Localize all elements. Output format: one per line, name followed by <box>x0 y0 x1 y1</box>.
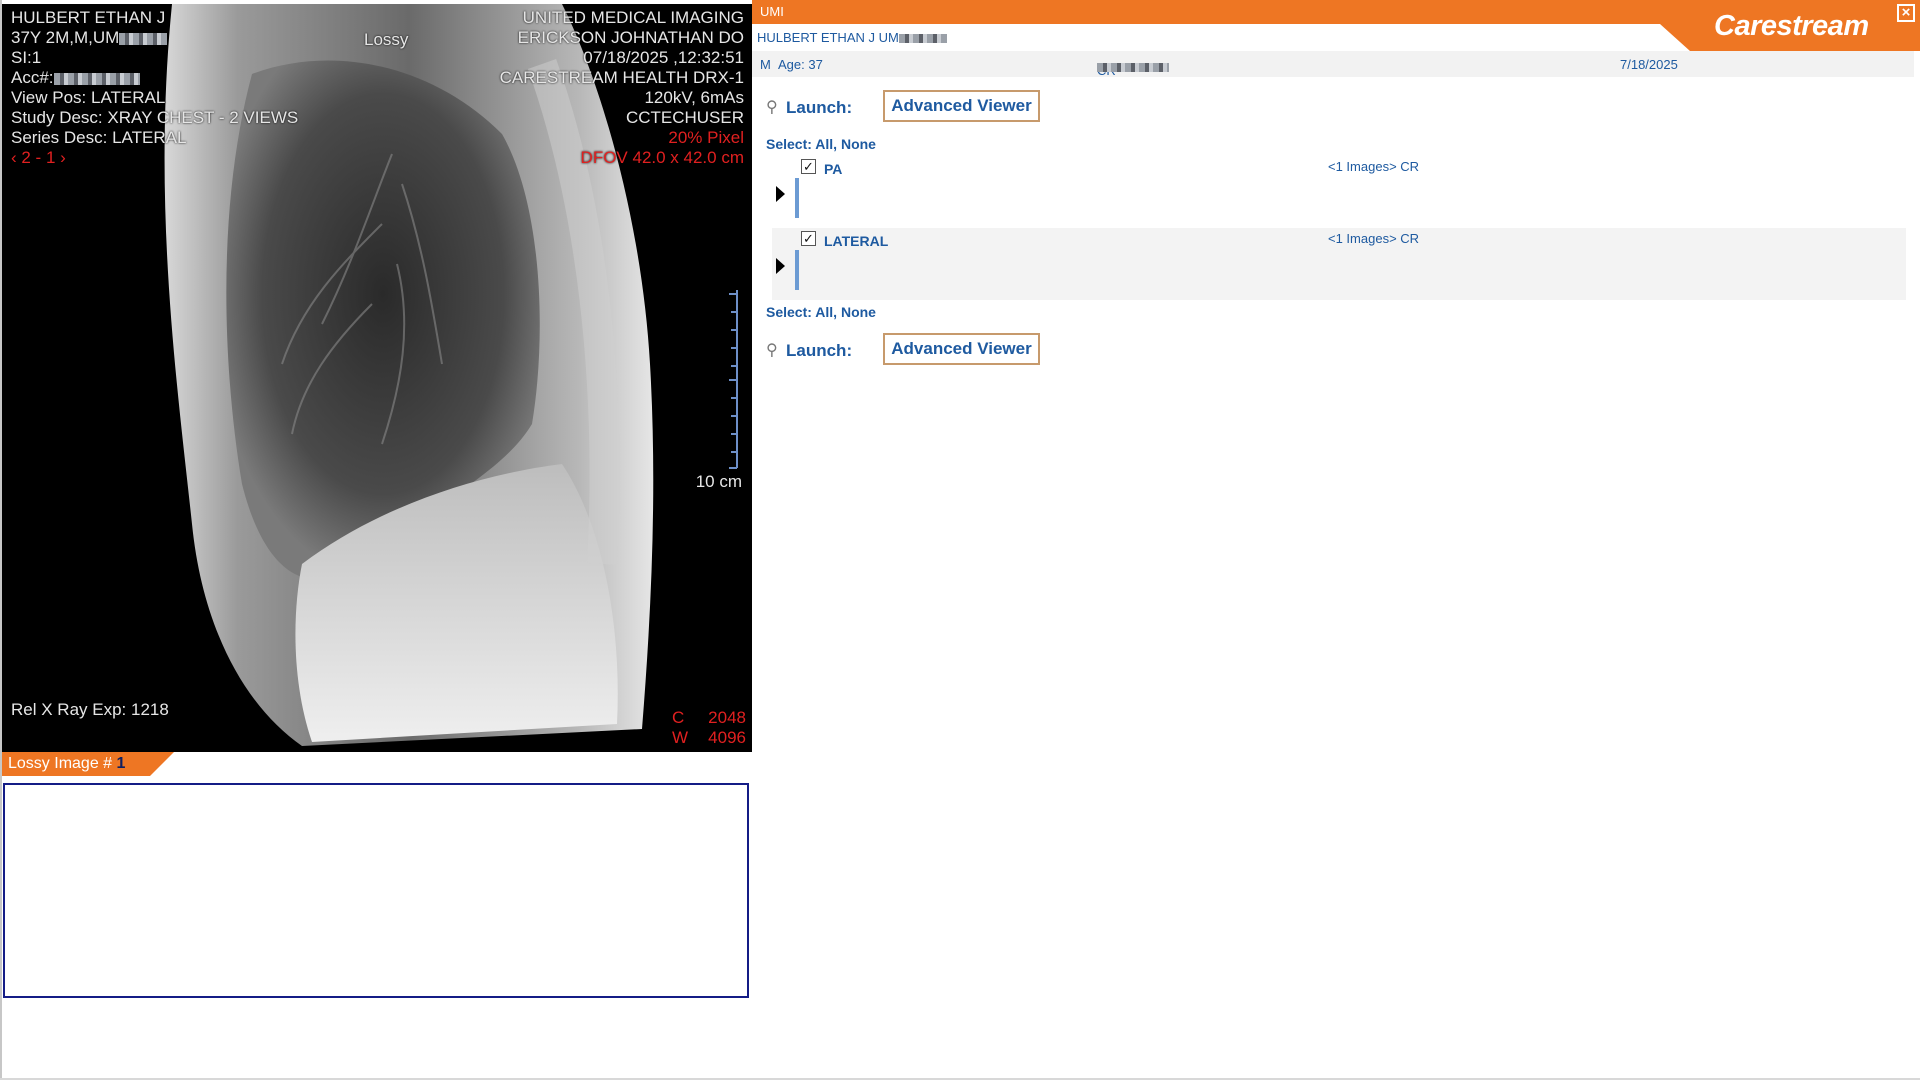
overlay-patient-info: 37Y 2M,M,UM <box>11 28 168 48</box>
scale-label: 10 cm <box>695 472 742 491</box>
select-all-link[interactable]: All, <box>815 136 837 152</box>
overlay-patient-name: HULBERT ETHAN J <box>11 8 166 27</box>
overlay-device: CARESTREAM HEALTH DRX-1 <box>499 68 744 87</box>
redacted-accession <box>53 72 140 85</box>
select-all-link[interactable]: All, <box>815 304 837 320</box>
close-button[interactable]: × <box>1897 4 1915 22</box>
series-checkbox-pa[interactable]: ✓ <box>801 159 816 174</box>
launch-label: Launch: <box>786 98 853 117</box>
redacted-id <box>119 32 168 45</box>
expand-arrow-pa[interactable] <box>776 186 785 202</box>
lossy-image-label: Lossy Image # <box>8 755 117 772</box>
thumbnail-panel <box>3 783 749 998</box>
xray-viewport[interactable]: HULBERT ETHAN J 37Y 2M,M,UM SI:1 Acc#: V… <box>2 4 752 752</box>
checkmark-icon: ✓ <box>803 159 814 174</box>
overlay-patient-info-text: 37Y 2M,M,UM <box>11 28 120 47</box>
redacted-mrn <box>898 34 947 44</box>
thumbnail-strip-lateral <box>795 250 799 290</box>
series-row-lateral[interactable]: ✓ LATERAL <1 Images> CR <box>772 228 1906 300</box>
launch-label: Launch: <box>786 341 853 360</box>
study-info-row: M Age: 37 CR 7/18/2025 <box>752 51 1914 78</box>
overlay-view-pos: View Pos: LATERAL <box>11 88 166 107</box>
overlay-lossy: Lossy <box>364 30 409 49</box>
overlay-study-desc: Study Desc: XRAY CHEST - 2 VIEWS <box>11 108 299 127</box>
overlay-physician: ERICKSON JOHNATHAN DO <box>517 28 744 47</box>
checkmark-icon: ✓ <box>803 231 814 246</box>
series-row-pa[interactable]: ✓ PA <1 Images> CR <box>772 156 1906 228</box>
series-nav[interactable]: ‹ 2 - 1 › <box>11 148 66 168</box>
select-row-top: Select: All, None <box>766 136 876 152</box>
window-width-value: 4096 <box>708 728 746 747</box>
overlay-dfov: DFOV 42.0 x 42.0 cm <box>580 148 744 167</box>
select-none-link[interactable]: None <box>841 304 876 320</box>
select-row-bottom: Select: All, None <box>766 304 876 320</box>
overlay-institution: UNITED MEDICAL IMAGING <box>522 8 744 27</box>
expand-arrow-lateral[interactable] <box>776 258 785 274</box>
series-count-lateral: <1 Images> CR <box>1328 231 1420 246</box>
overlay-operator: CCTECHUSER <box>625 108 744 127</box>
key-icon: ⚲ <box>766 99 778 116</box>
advanced-viewer-button[interactable]: Advanced Viewer <box>883 90 1040 122</box>
patient-header-name: HULBERT ETHAN J UM <box>757 30 899 45</box>
thumbnail-strip-pa <box>795 178 799 218</box>
overlay-rel-exposure: Rel X Ray Exp: 1218 <box>11 700 169 719</box>
overlay-zoom: 20% Pixel <box>668 128 744 147</box>
org-label: UMI <box>760 4 784 19</box>
select-label: Select: <box>766 136 812 152</box>
window-center-label: C <box>672 708 685 727</box>
overlay-accession-label: Acc#: <box>11 68 54 87</box>
overlay-exposure: 120kV, 6mAs <box>644 88 744 107</box>
patient-age: Age: 37 <box>778 57 823 72</box>
close-icon: × <box>1901 4 1911 21</box>
carestream-logo: Carestream <box>1714 10 1869 42</box>
series-count-pa: <1 Images> CR <box>1328 159 1420 174</box>
select-none-link[interactable]: None <box>841 136 876 152</box>
series-name-lateral: LATERAL <box>824 233 889 249</box>
patient-header: HULBERT ETHAN J UM <box>757 30 947 45</box>
window-center-value: 2048 <box>708 708 746 727</box>
series-name-pa: PA <box>824 161 843 177</box>
redacted-study-id <box>1097 63 1169 72</box>
advanced-viewer-button[interactable]: Advanced Viewer <box>883 333 1040 365</box>
lossy-image-tab[interactable]: Lossy Image # 1 <box>2 752 174 776</box>
study-date: 7/18/2025 <box>1620 57 1678 72</box>
series-checkbox-lateral[interactable]: ✓ <box>801 231 816 246</box>
select-label: Select: <box>766 304 812 320</box>
overlay-series-desc: Series Desc: LATERAL <box>11 128 187 147</box>
patient-sex: M <box>760 57 771 72</box>
window-width-label: W <box>672 728 689 747</box>
overlay-accession: Acc#: <box>11 68 140 88</box>
overlay-datetime: 07/18/2025 ,12:32:51 <box>583 48 744 67</box>
overlay-slice: SI:1 <box>11 48 42 67</box>
lossy-image-number: 1 <box>116 755 126 772</box>
key-icon: ⚲ <box>766 342 778 359</box>
